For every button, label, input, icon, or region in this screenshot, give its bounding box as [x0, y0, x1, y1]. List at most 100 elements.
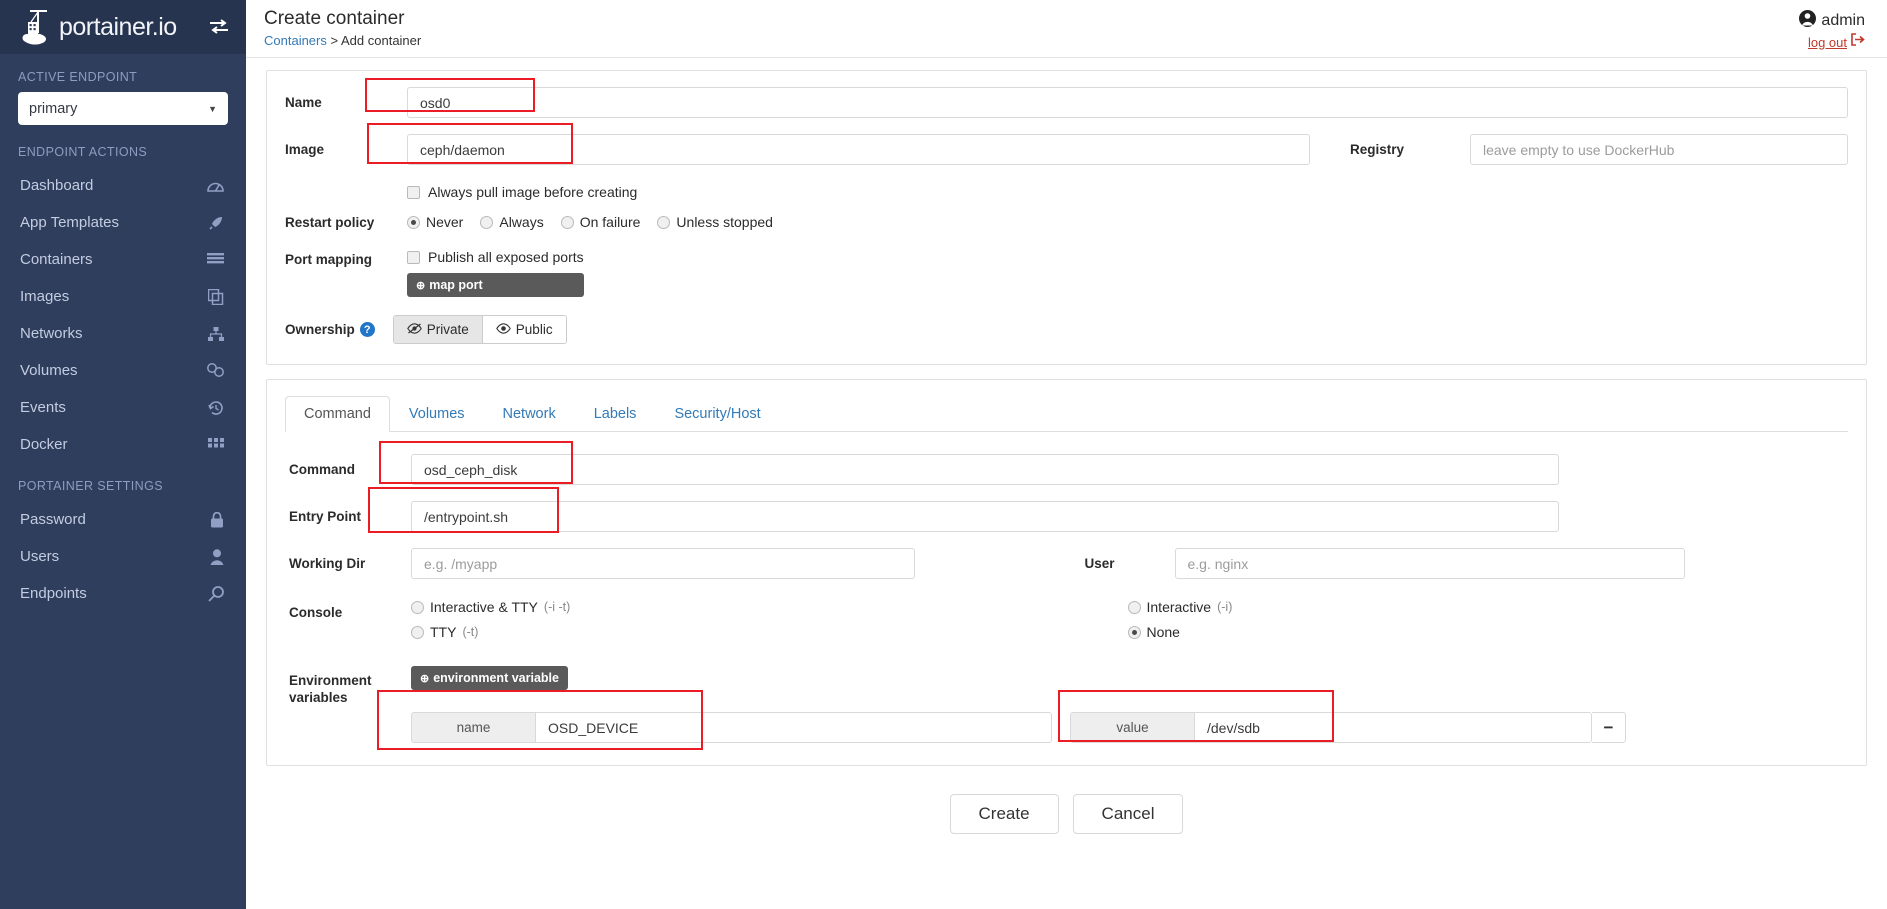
tab-volumes[interactable]: Volumes	[390, 396, 484, 432]
console-interactive-option[interactable]: Interactive (-i)	[1127, 599, 1835, 615]
tab-command[interactable]: Command	[285, 396, 390, 432]
user-col: User	[1067, 548, 1845, 579]
ownership-private-label: Private	[426, 322, 469, 337]
tab-security-host[interactable]: Security/Host	[655, 396, 779, 432]
env-name-addon: name	[412, 713, 536, 742]
sidebar-item-label: App Templates	[20, 214, 119, 231]
volumes-icon	[207, 363, 224, 378]
breadcrumb-containers-link[interactable]: Containers	[264, 33, 327, 48]
sidebar-item-containers[interactable]: Containers	[0, 241, 246, 278]
env-label-line2: variables	[289, 690, 348, 705]
remove-env-variable-button[interactable]: −	[1592, 712, 1626, 743]
user-line[interactable]: admin	[1799, 10, 1865, 32]
name-input[interactable]	[407, 87, 1848, 118]
tab-labels[interactable]: Labels	[575, 396, 656, 432]
breadcrumb-separator: >	[330, 33, 339, 48]
plug-icon	[208, 585, 224, 602]
restart-unless-stopped-radio[interactable]	[657, 215, 671, 229]
env-label-line1: Environment	[289, 673, 372, 688]
eye-slash-icon	[406, 322, 422, 337]
brand-logo[interactable]: portainer.io	[22, 8, 198, 46]
user-name: admin	[1821, 12, 1865, 29]
restart-always-option[interactable]: Always	[480, 214, 544, 230]
topbar: Create container Containers > Add contai…	[246, 0, 1887, 58]
console-tty-label: TTY	[430, 624, 457, 640]
logout-line[interactable]: log out	[1799, 33, 1865, 51]
command-tab-panel: Command Entry Point	[285, 432, 1848, 755]
console-tty-option[interactable]: TTY (-t)	[411, 624, 1118, 640]
sidebar-item-networks[interactable]: Networks	[0, 315, 246, 352]
console-none-option[interactable]: None	[1127, 624, 1835, 640]
always-pull-checkbox-row[interactable]: Always pull image before creating	[407, 184, 637, 200]
port-mapping-row: Port mapping Publish all exposed ports ⊕…	[285, 246, 1848, 297]
restart-on-failure-option[interactable]: On failure	[560, 214, 640, 230]
working-dir-label: Working Dir	[289, 556, 366, 571]
working-dir-input[interactable]	[411, 548, 915, 579]
env-variables-block: ⊕ environment variable name OSD_DEVICE v…	[377, 666, 1844, 750]
console-interactive-tty-hint: (-i -t)	[543, 600, 571, 614]
publish-all-row[interactable]: Publish all exposed ports	[407, 249, 584, 265]
restart-never-option[interactable]: Never	[407, 214, 463, 230]
map-port-label: map port	[429, 278, 483, 292]
endpoint-select[interactable]: primary ▼	[18, 92, 228, 125]
console-col-left: Interactive & TTY (-i -t) TTY (-t)	[411, 599, 1128, 640]
docker-grid-icon	[208, 437, 224, 452]
restart-always-radio[interactable]	[480, 215, 494, 229]
image-label: Image	[285, 142, 325, 157]
port-mapping-label: Port mapping	[285, 252, 372, 267]
ownership-row: Ownership ? Private Public	[285, 315, 1848, 344]
sidebar-item-images[interactable]: Images	[0, 278, 246, 315]
ownership-public-label: Public	[515, 322, 553, 337]
restart-on-failure-radio[interactable]	[560, 215, 574, 229]
restart-unless-stopped-option[interactable]: Unless stopped	[657, 214, 773, 230]
sidebar-item-docker[interactable]: Docker	[0, 426, 246, 463]
sidebar-item-endpoints[interactable]: Endpoints	[0, 575, 246, 612]
sidebar-item-volumes[interactable]: Volumes	[0, 352, 246, 389]
command-input[interactable]	[411, 454, 1559, 485]
env-variable-row: name value	[377, 690, 1844, 750]
sidebar-item-password[interactable]: Password	[0, 501, 246, 538]
collapse-sidebar-icon[interactable]	[208, 18, 230, 36]
user-input[interactable]	[1174, 548, 1685, 579]
console-interactive-radio[interactable]	[1127, 600, 1141, 614]
env-name-input[interactable]	[536, 713, 1051, 742]
console-none-radio[interactable]	[1127, 625, 1141, 639]
sidebar-item-app-templates[interactable]: App Templates	[0, 204, 246, 241]
ownership-private-button[interactable]: Private	[393, 316, 483, 343]
tab-network[interactable]: Network	[484, 396, 575, 432]
image-input[interactable]	[407, 134, 1310, 165]
sidebar-item-label: Containers	[20, 251, 93, 268]
logout-link[interactable]: log out	[1808, 35, 1847, 50]
restart-policy-radio-group: Never Always On failure Unless stopped	[407, 214, 783, 230]
add-environment-variable-button[interactable]: ⊕ environment variable	[411, 666, 568, 690]
page-title: Create container	[264, 8, 405, 29]
always-pull-checkbox[interactable]	[407, 185, 420, 199]
create-button[interactable]: Create	[949, 794, 1059, 834]
env-value-input[interactable]	[1195, 713, 1591, 742]
console-interactive-tty-option[interactable]: Interactive & TTY (-i -t)	[411, 599, 1118, 615]
entrypoint-row: Entry Point	[289, 487, 1844, 533]
restart-never-radio[interactable]	[407, 215, 420, 229]
entrypoint-input[interactable]	[411, 501, 1559, 532]
console-tty-radio[interactable]	[411, 625, 424, 639]
sidebar-item-users[interactable]: Users	[0, 538, 246, 575]
console-interactive-tty-radio[interactable]	[411, 600, 424, 614]
restart-policy-label: Restart policy	[285, 214, 375, 230]
map-port-button[interactable]: ⊕ map port	[407, 273, 584, 297]
sidebar-item-label: Docker	[20, 436, 68, 453]
registry-label: Registry	[1350, 142, 1405, 157]
registry-input[interactable]	[1470, 134, 1848, 165]
sign-out-icon[interactable]	[1851, 33, 1865, 51]
user-input-wrap	[1174, 548, 1685, 579]
sidebar-item-dashboard[interactable]: Dashboard	[0, 167, 246, 204]
tab-bar: Command Volumes Network Labels Security/…	[285, 396, 1848, 432]
cancel-button[interactable]: Cancel	[1072, 794, 1184, 834]
publish-all-checkbox[interactable]	[407, 250, 420, 264]
ownership-public-button[interactable]: Public	[482, 316, 566, 343]
user-box: admin log out	[1799, 8, 1865, 51]
help-icon[interactable]: ?	[359, 322, 375, 337]
working-dir-col: Working Dir	[289, 548, 1067, 579]
sidebar-item-label: Endpoints	[20, 585, 87, 602]
sidebar-item-events[interactable]: Events	[0, 389, 246, 426]
chevron-down-icon: ▼	[208, 103, 217, 114]
